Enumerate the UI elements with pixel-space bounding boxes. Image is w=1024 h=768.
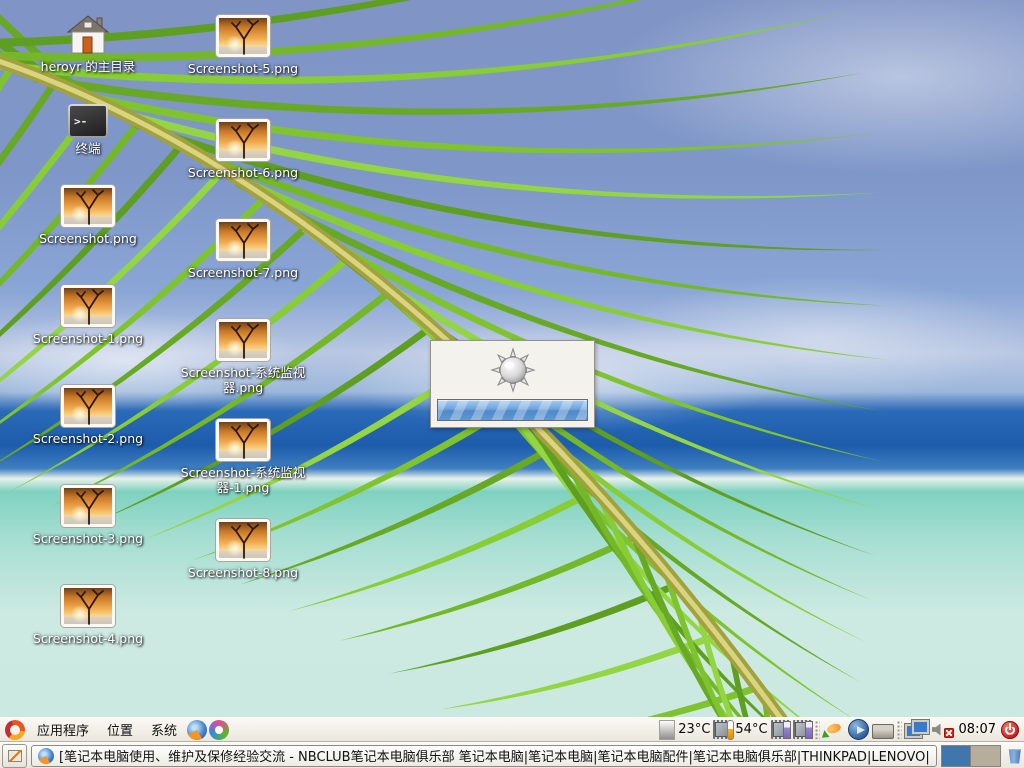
shutdown-button-icon[interactable] xyxy=(1001,721,1019,739)
temperature-reading-1: 23°C xyxy=(678,722,710,737)
cpu-frequency-applet[interactable] xyxy=(659,720,675,740)
media-player-tray-icon[interactable] xyxy=(848,719,869,740)
desktop-icon-label: heroyr 的主目录 xyxy=(41,59,136,74)
workspace-switcher xyxy=(941,745,1001,767)
image-thumbnail-icon xyxy=(215,318,271,362)
progress-fill xyxy=(438,400,587,420)
show-desktop-button[interactable] xyxy=(2,744,27,768)
desktop-icon-label: Screenshot-6.png xyxy=(188,165,298,180)
mine-icon xyxy=(490,347,536,393)
temperature-reading-2: 54°C xyxy=(735,722,767,737)
clock[interactable]: 08:07 xyxy=(959,722,996,737)
image-thumbnail-icon xyxy=(60,284,116,328)
image-thumbnail-icon xyxy=(215,218,271,262)
firefox-icon xyxy=(38,748,54,764)
volume-muted-icon[interactable] xyxy=(932,721,954,739)
desktop-icon-home[interactable]: heroyr 的主目录 xyxy=(23,14,153,74)
progress-bar xyxy=(437,399,588,421)
system-tray: 23°C 54°C 08:07 xyxy=(659,719,1021,740)
ubuntu-logo-icon[interactable] xyxy=(5,720,25,740)
task-button-title: [笔记本电脑使用、维护及保修经验交流 - NBCLUB笔记本电脑俱乐部 笔记本电… xyxy=(59,746,930,765)
image-thumbnail-icon xyxy=(60,484,116,528)
desktop-icon-screenshot-sysmon[interactable]: Screenshot-系统监视器.png xyxy=(178,318,308,396)
applet-grip-handle[interactable] xyxy=(815,721,820,739)
desktop-icon-label: Screenshot-系统监视器-1.png xyxy=(180,465,306,496)
fish-applet-icon[interactable] xyxy=(823,721,845,739)
desktop-screen: heroyr 的主目录 >- 终端 Screenshot.png Screens… xyxy=(0,0,1024,768)
desktop-icon-label: Screenshot-系统监视器.png xyxy=(180,365,306,396)
sensor-gauge-icon-2[interactable] xyxy=(793,720,812,739)
task-panel: [笔记本电脑使用、维护及保修经验交流 - NBCLUB笔记本电脑俱乐部 笔记本电… xyxy=(0,742,1024,768)
desktop-icon-screenshot-7[interactable]: Screenshot-7.png xyxy=(178,218,308,280)
image-thumbnail-icon xyxy=(215,518,271,562)
home-icon xyxy=(66,14,110,56)
sensor-gauge-icon-1[interactable] xyxy=(771,720,790,739)
firefox-launcher-icon[interactable] xyxy=(187,720,207,740)
image-thumbnail-icon xyxy=(215,118,271,162)
desktop-icon-label: Screenshot-1.png xyxy=(33,331,143,346)
desktop-icon-screenshot-2[interactable]: Screenshot-2.png xyxy=(23,384,153,446)
desktop-icon-label: Screenshot-8.png xyxy=(188,565,298,580)
desktop-icon-screenshot-1[interactable]: Screenshot-1.png xyxy=(23,284,153,346)
desktop-icon-label: Screenshot-2.png xyxy=(33,431,143,446)
desktop-icon-terminal[interactable]: >- 终端 xyxy=(23,104,153,156)
cpu-thermometer-icon[interactable] xyxy=(713,720,732,739)
desktop-icon-label: Screenshot-7.png xyxy=(188,265,298,280)
image-thumbnail-icon xyxy=(215,14,271,58)
desktop-icon-label: Screenshot-3.png xyxy=(33,531,143,546)
splash-dialog xyxy=(430,340,595,428)
desktop-icon-screenshot-5[interactable]: Screenshot-5.png xyxy=(178,14,308,76)
desktop-icon-screenshot-sysmon-1[interactable]: Screenshot-系统监视器-1.png xyxy=(178,418,308,496)
desktop-icon-screenshot-6[interactable]: Screenshot-6.png xyxy=(178,118,308,180)
workspace-1[interactable] xyxy=(942,746,970,766)
menu-panel: 应用程序 位置 系统 23°C 54°C 08:07 xyxy=(0,717,1024,742)
menu-applications[interactable]: 应用程序 xyxy=(29,717,97,742)
trash-applet-icon[interactable] xyxy=(1008,748,1022,764)
menu-places[interactable]: 位置 xyxy=(99,717,141,742)
desktop-icon-label: Screenshot-5.png xyxy=(188,61,298,76)
swirl-launcher-icon[interactable] xyxy=(209,720,229,740)
terminal-icon: >- xyxy=(68,104,108,138)
desktop-icon-screenshot-8[interactable]: Screenshot-8.png xyxy=(178,518,308,580)
image-thumbnail-icon xyxy=(60,384,116,428)
desktop-icon-screenshot-4[interactable]: Screenshot-4.png xyxy=(23,584,153,646)
laptop-applet-icon[interactable] xyxy=(872,724,894,739)
workspace-2[interactable] xyxy=(970,746,999,766)
desktop-icon-screenshot[interactable]: Screenshot.png xyxy=(23,184,153,246)
desktop-icon-screenshot-3[interactable]: Screenshot-3.png xyxy=(23,484,153,546)
applet-grip-handle[interactable] xyxy=(897,721,902,739)
desktop-icon-label: 终端 xyxy=(75,141,100,156)
image-thumbnail-icon xyxy=(60,584,116,628)
image-thumbnail-icon xyxy=(215,418,271,462)
menu-system[interactable]: 系统 xyxy=(143,717,185,742)
desktop-icon-label: Screenshot-4.png xyxy=(33,631,143,646)
network-monitors-icon[interactable] xyxy=(905,720,929,739)
image-thumbnail-icon xyxy=(60,184,116,228)
desktop-icon-label: Screenshot.png xyxy=(39,231,137,246)
task-button-firefox-window[interactable]: [笔记本电脑使用、维护及保修经验交流 - NBCLUB笔记本电脑俱乐部 笔记本电… xyxy=(31,745,937,767)
